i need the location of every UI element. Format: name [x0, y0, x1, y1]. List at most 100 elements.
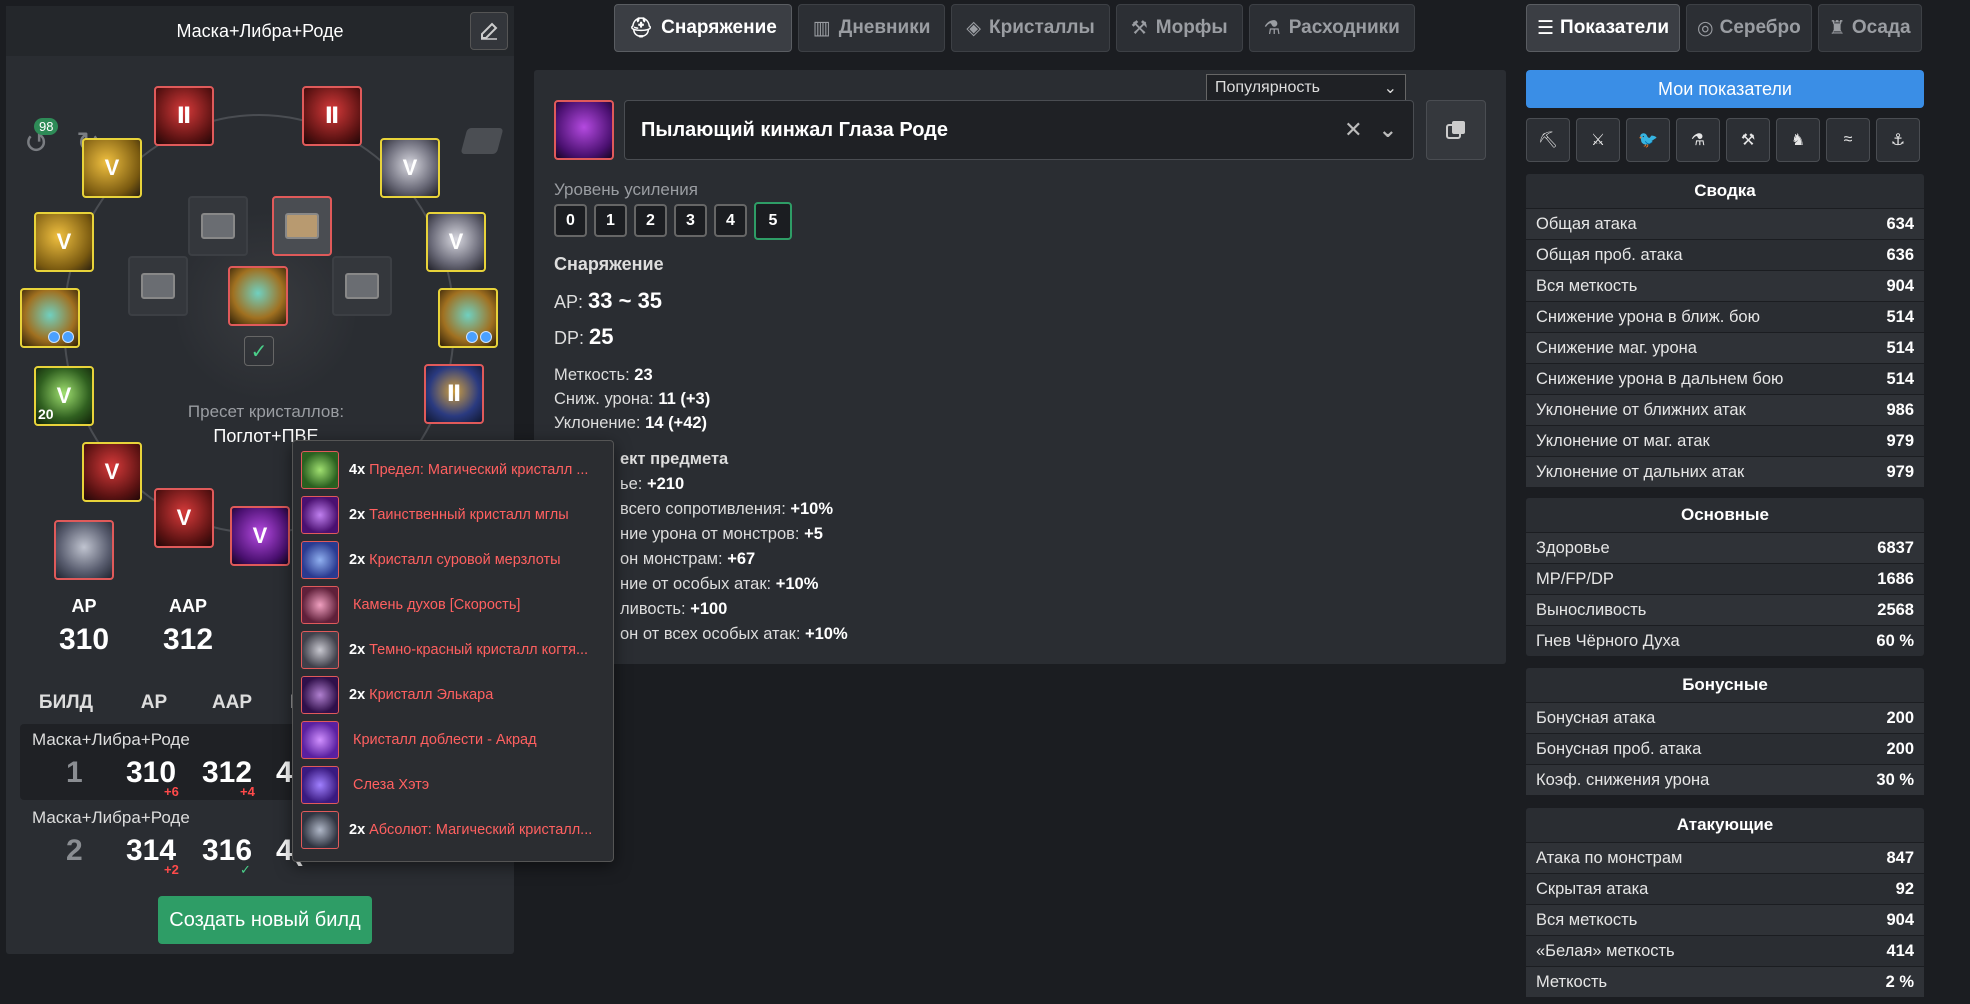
stat-value: 847 [1886, 848, 1914, 867]
inner-slot-empty[interactable] [332, 256, 392, 316]
equip-slot-belt[interactable] [438, 288, 498, 348]
inner-slot-chest[interactable] [272, 196, 332, 256]
popup-item[interactable]: 2x Абсолют: Магический кристалл... [301, 807, 605, 852]
equip-slot-shoes[interactable]: Ⅱ [424, 364, 484, 424]
copy-button[interactable] [1426, 100, 1486, 160]
popup-item[interactable]: Слеза Хэтэ [301, 762, 605, 807]
popup-name: Абсолют: Магический кристалл... [369, 821, 593, 838]
chevron-down-icon[interactable]: ⌄ [1379, 117, 1397, 143]
tab-consumables[interactable]: ⚗ Расходники [1248, 4, 1415, 52]
stat-label: Уклонение от ближних атак [1536, 400, 1746, 419]
crystal-icon [301, 630, 339, 669]
popup-item[interactable]: 2x Темно-красный кристалл когтя... [301, 627, 605, 672]
equip-slot-earring-right[interactable]: V [380, 138, 440, 198]
level-button[interactable]: 4 [714, 204, 747, 237]
my-stats-button[interactable]: Мои показатели [1526, 70, 1924, 108]
crystal-icon [301, 495, 339, 534]
enhance-level-selector: 0 1 2 3 4 5 [554, 202, 792, 240]
popup-item[interactable]: 2x Кристалл Элькара [301, 672, 605, 717]
level-button[interactable]: 0 [554, 204, 587, 237]
edit-build-button[interactable] [470, 12, 508, 50]
equip-slot-earring-left[interactable]: V [82, 138, 142, 198]
build-name: Маска+Либра+Роде [32, 808, 190, 827]
stat-label: Коэф. снижения урона [1536, 770, 1710, 789]
stat-label: Вся меткость [1536, 910, 1638, 929]
tab-siege[interactable]: ♜ Осада [1817, 4, 1922, 52]
col-build: БИЛД [38, 692, 94, 713]
notebook-icon[interactable] [460, 128, 504, 154]
inner-slot-empty[interactable] [188, 196, 248, 256]
build-index: 1 [66, 756, 83, 789]
sort-select[interactable]: Популярность ⌄ [1206, 74, 1406, 102]
stat-row: Скрытая атака 92 [1526, 873, 1924, 904]
stat-value: 904 [1886, 910, 1914, 929]
stat-row: Бонусная проб. атака 200 [1526, 733, 1924, 764]
popup-item[interactable]: 2x Таинственный кристалл мглы [301, 492, 605, 537]
tab-morphs[interactable]: ⚒ Морфы [1115, 4, 1243, 52]
item-detail-panel: Популярность ⌄ Пылающий кинжал Глаза Род… [534, 70, 1506, 664]
tab-journals[interactable]: ▥ Дневники [797, 4, 946, 52]
level-button[interactable]: 2 [634, 204, 667, 237]
chevron-down-icon: ⌄ [1383, 80, 1397, 97]
equip-slot-dagger[interactable]: V [230, 506, 290, 566]
chest-icon [345, 273, 379, 299]
stat-label: Меткость [1536, 972, 1608, 991]
stat-row: Здоровье 6837 [1526, 532, 1924, 563]
create-build-button[interactable]: Создать новый билд [158, 896, 372, 944]
equip-slot-helmet[interactable]: Ⅱ [154, 86, 214, 146]
diamond-icon: ◈ [966, 17, 982, 39]
item-select[interactable]: Пылающий кинжал Глаза Роде ✕ ⌄ [624, 100, 1414, 160]
inner-slot-empty[interactable] [128, 256, 188, 316]
bonus-section: Бонусные Бонусная атака 200 Бонусная проб… [1526, 668, 1924, 795]
popup-item[interactable]: Камень духов [Скорость] [301, 582, 605, 627]
stat-bonus: (+3) [680, 390, 711, 408]
effect-label: он монстрам: [620, 550, 723, 568]
sword-icon[interactable]: ⚔ [1576, 118, 1620, 162]
pickaxe-icon[interactable]: ⛏ [1526, 118, 1570, 162]
tab-silver[interactable]: ◎ Серебро [1686, 4, 1812, 52]
stat-label: Гнев Чёрного Духа [1536, 631, 1680, 650]
stat-label: AAP [168, 596, 207, 616]
coins-icon: ◎ [1697, 17, 1714, 39]
popup-item[interactable]: 2x Кристалл суровой мерзлоты [301, 537, 605, 582]
level-button[interactable]: 3 [674, 204, 707, 237]
stat-row: Гнев Чёрного Духа 60 % [1526, 625, 1924, 656]
stat-bonus: (+42) [668, 414, 708, 432]
equip-slot-ring-left[interactable] [20, 288, 80, 348]
equip-slot-necklace[interactable]: V [34, 212, 94, 272]
section-title: Бонусные [1682, 675, 1768, 694]
effect-value: +100 [690, 600, 728, 618]
crystal-icon [301, 450, 339, 489]
bird-icon[interactable]: 🐦 [1626, 118, 1670, 162]
popup-item[interactable]: Кристалл доблести - Акрад [301, 717, 605, 762]
equip-slot-weapon-sub[interactable]: V [82, 442, 142, 502]
stat-label: Меткость: [554, 366, 630, 384]
hammer-icon[interactable]: ⚒ [1726, 118, 1770, 162]
level-button[interactable]: 5 [754, 202, 792, 240]
level-button[interactable]: 1 [594, 204, 627, 237]
tab-label: Снаряжение [661, 17, 777, 38]
tab-stats[interactable]: ☰ Показатели [1526, 4, 1680, 52]
equip-slot-crystal[interactable] [54, 520, 114, 580]
stat-label: Общая атака [1536, 214, 1637, 233]
horse-icon[interactable]: ♞ [1776, 118, 1820, 162]
equip-slot-chest[interactable]: Ⅱ [302, 86, 362, 146]
stat-row: Снижение урона в ближ. бою 514 [1526, 301, 1924, 332]
tab-equipment[interactable]: ⛑ Снаряжение [614, 4, 792, 52]
equip-slot-ring-right[interactable]: V [426, 212, 486, 272]
popup-item[interactable]: 4x Предел: Магический кристалл ... [301, 447, 605, 492]
inner-slot-artifact[interactable] [228, 266, 288, 326]
basic-section: Основные Здоровье 6837 MP/FP/DP 1686 Вынос… [1526, 498, 1924, 656]
stat-label: Вся меткость [1536, 276, 1638, 295]
equip-slot-weapon-main[interactable]: V [154, 488, 214, 548]
equip-slot-glove[interactable]: V 20 [34, 366, 94, 426]
anchor-icon[interactable]: ⚓ [1876, 118, 1920, 162]
enhance-level-label: Уровень усиления [554, 180, 698, 199]
dolphin-icon[interactable]: ≈ [1826, 118, 1870, 162]
artifact-check-icon[interactable]: ✓ [244, 336, 274, 366]
section-title: Атакующие [1676, 815, 1774, 834]
clear-icon[interactable]: ✕ [1344, 117, 1362, 143]
flask-icon[interactable]: ⚗ [1676, 118, 1720, 162]
tab-crystals[interactable]: ◈ Кристаллы [951, 4, 1110, 52]
popup-count: 2x [349, 641, 366, 658]
